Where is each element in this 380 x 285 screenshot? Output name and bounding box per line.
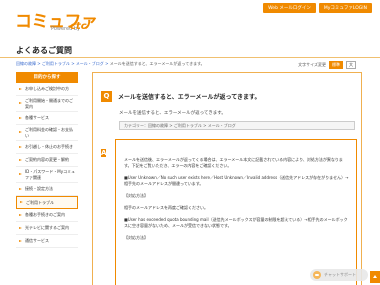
question-body: メールを送信すると、エラーメールが返ってきます。 [119, 111, 226, 116]
sidebar-item[interactable]: ID・パスワード・Myコミュファ関連 [16, 167, 78, 183]
sidebar: 目的から探す お申し込みご検討中の方 ご利用開始・開通までのご案内 各種サービス… [16, 72, 78, 248]
sidebar-item[interactable]: ご利用料金の確認・お支払い [16, 125, 78, 141]
answer-heading: A [101, 140, 107, 159]
chat-support-button[interactable]: チャットサポート [310, 269, 368, 281]
faq-content-panel: Q メールを送信すると、エラーメールが返ってきます。 メールを送信すると、エラー… [92, 72, 362, 285]
answer-badge: A [101, 149, 107, 157]
sidebar-item-label: お申し込みご検討中の方 [25, 86, 69, 92]
arrow-icon [19, 158, 22, 161]
sidebar-item[interactable]: 通信サービス [16, 235, 78, 248]
sidebar-item-label: ご利用トラブル [26, 199, 54, 205]
answer-paragraph: メールを送信後、エラーメールが返ってくる場合は、エラーメール本文に記載されている… [124, 157, 343, 168]
arrow-icon [20, 201, 23, 203]
sidebar-item[interactable]: お引越し・休止のお手続き [16, 141, 78, 154]
breadcrumb-current: メールを送信すると、エラーメールが返ってきます。 [109, 61, 205, 66]
sidebar-item[interactable]: 各種サービス [16, 112, 78, 125]
sidebar-heading: 目的から探す [16, 72, 78, 83]
sidebar-item-label: 通信サービス [25, 238, 49, 244]
arrow-icon [19, 87, 22, 90]
font-size-standard-button[interactable]: 標準 [329, 61, 343, 69]
breadcrumb-item[interactable]: メール・ブログ [76, 61, 104, 66]
chat-bubble-icon [313, 271, 321, 279]
arrow-icon [19, 187, 22, 190]
answer-paragraph: ■User Unknown／No such user exists here／H… [124, 175, 349, 186]
sidebar-item[interactable]: 接続・設定方法 [16, 183, 78, 196]
sidebar-item-label: 光テレビに関するご案内 [25, 225, 69, 231]
font-size-label: 文字サイズ変更 [298, 62, 326, 67]
page-title: よくあるご質問 [16, 46, 72, 55]
question-title: メールを送信すると、エラーメールが返ってきます。 [118, 94, 261, 101]
site-header: コミュファ Powered by ctc Web メールログイン Myコミュファ… [0, 0, 380, 36]
font-size-large-button[interactable]: 大 [346, 61, 356, 69]
arrow-icon [19, 173, 22, 175]
answer-paragraph: ■User has exceeded quota bounding mail（送… [124, 217, 348, 228]
arrow-icon [19, 213, 22, 216]
sidebar-item[interactable]: 各種お手続きのご案内 [16, 209, 78, 222]
arrow-icon [19, 239, 22, 242]
sidebar-item-label: 接続・設定方法 [25, 186, 53, 192]
breadcrumb-item[interactable]: ご利用トラブル [42, 61, 70, 66]
webmail-login-button[interactable]: Web メールログイン [263, 3, 316, 13]
answer-paragraph: 【対応方法】 [124, 235, 148, 240]
chat-support-label: チャットサポート [324, 272, 356, 277]
breadcrumb-item[interactable]: 回線の故障 [16, 61, 36, 66]
arrow-icon [19, 116, 22, 119]
arrow-icon [19, 145, 22, 148]
category-bar: カテゴリー：回線の故障 > ご利用トラブル > メール・ブログ [119, 121, 355, 130]
question-badge: Q [101, 91, 112, 102]
sidebar-item-label: ご利用開始・開通までのご案内 [25, 98, 73, 109]
breadcrumb: 回線の故障 > ご利用トラブル > メール・ブログ > メールを送信すると、エラ… [16, 61, 205, 67]
font-size-tools: 文字サイズ変更 標準 大 [298, 61, 356, 69]
sidebar-item-label: ご契約内容の変更・解約 [25, 157, 69, 163]
sidebar-item[interactable]: 光テレビに関するご案内 [16, 222, 78, 235]
sidebar-item[interactable]: ご利用開始・開通までのご案内 [16, 96, 78, 112]
sidebar-item-label: ご利用料金の確認・お支払い [25, 127, 73, 138]
sidebar-item[interactable]: お申し込みご検討中の方 [16, 83, 78, 96]
sidebar-item[interactable]: ご契約内容の変更・解約 [16, 154, 78, 167]
sidebar-item-selected[interactable]: ご利用トラブル [16, 196, 78, 209]
answer-paragraph: 【対応方法】 [124, 193, 148, 198]
arrow-icon [19, 102, 22, 104]
sidebar-item-label: お引越し・休止のお手続き [25, 144, 73, 150]
sidebar-item-label: 各種お手続きのご案内 [25, 212, 65, 218]
title-divider [0, 57, 380, 58]
scroll-to-top-button[interactable] [370, 271, 380, 283]
logo-brand: ctc [70, 21, 87, 32]
question-heading: Q メールを送信すると、エラーメールが返ってきます。 [101, 91, 260, 102]
header-buttons: Web メールログイン MyコミュファLOGIN [263, 3, 372, 13]
answer-paragraph: 相手のメールアドレスを再度ご確認ください。 [124, 205, 208, 210]
sidebar-item-label: 各種サービス [25, 115, 49, 121]
arrow-icon [19, 226, 22, 229]
arrow-icon [19, 131, 22, 133]
answer-text: メールを送信後、エラーメールが返ってくる場合は、エラーメール本文に記載されている… [124, 157, 349, 247]
mycommufa-login-button[interactable]: MyコミュファLOGIN [318, 3, 372, 13]
sidebar-item-label: ID・パスワード・Myコミュファ関連 [25, 169, 76, 180]
